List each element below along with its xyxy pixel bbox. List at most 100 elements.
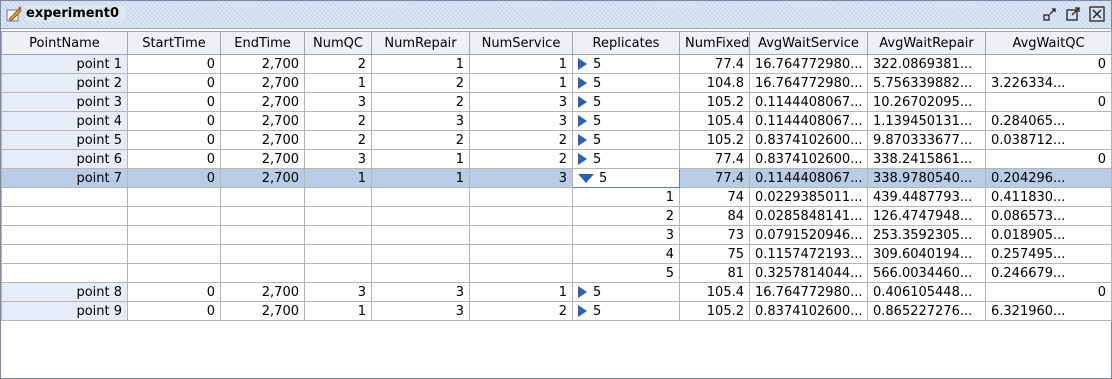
table-row[interactable]: point 8 0 2,700 3 3 1 5 105.4 16.764772980... 0.4… bbox=[1, 282, 1112, 302]
col-header-replicates[interactable]: Replicates bbox=[572, 31, 680, 55]
col-header-avgwaitrepair[interactable]: AvgWaitRepair bbox=[867, 31, 986, 55]
point-name-cell[interactable]: point 6 bbox=[1, 149, 128, 169]
start-time-cell[interactable]: 0 bbox=[127, 73, 221, 93]
end-time-cell[interactable]: 2,700 bbox=[220, 92, 305, 112]
restore-down-icon[interactable] bbox=[1041, 5, 1059, 23]
avg-wait-repair-cell[interactable]: 338.2415861... bbox=[867, 149, 986, 169]
start-time-cell[interactable]: 0 bbox=[127, 111, 221, 131]
avg-wait-service-cell[interactable]: 16.764772980... bbox=[749, 54, 868, 74]
table-row[interactable]: point 5 0 2,700 2 2 2 5 105.2 0.8374102600... 9.8… bbox=[1, 130, 1112, 150]
avg-wait-service-cell[interactable]: 0.1157472193... bbox=[749, 244, 868, 264]
avg-wait-repair-cell[interactable]: 338.9780540... bbox=[867, 168, 986, 188]
replicate-index-cell[interactable]: 5 bbox=[572, 263, 680, 283]
end-time-cell[interactable]: 2,700 bbox=[220, 54, 305, 74]
replicates-cell[interactable]: 5 bbox=[572, 130, 680, 150]
col-header-numrepair[interactable]: NumRepair bbox=[371, 31, 470, 55]
end-time-cell[interactable]: 2,700 bbox=[220, 168, 305, 188]
avg-wait-qc-cell[interactable]: 0 bbox=[985, 54, 1112, 74]
avg-wait-qc-cell[interactable]: 0.257495... bbox=[985, 244, 1112, 264]
table-row[interactable]: point 2 0 2,700 1 2 1 5 104.8 16.764772980... 5.7… bbox=[1, 73, 1112, 93]
start-time-cell[interactable]: 0 bbox=[127, 54, 221, 74]
table-row[interactable]: point 4 0 2,700 2 3 3 5 105.4 0.1144408067... 1.1… bbox=[1, 111, 1112, 131]
num-repair-cell[interactable]: 2 bbox=[371, 130, 470, 150]
expand-triangle-icon[interactable] bbox=[578, 115, 587, 127]
num-repair-cell[interactable]: 1 bbox=[371, 149, 470, 169]
avg-wait-qc-cell[interactable]: 3.226334... bbox=[985, 73, 1112, 93]
num-fixed-cell[interactable]: 77.4 bbox=[679, 168, 750, 188]
avg-wait-repair-cell[interactable]: 309.6040194... bbox=[867, 244, 986, 264]
window-titlebar[interactable]: experiment0 bbox=[1, 1, 1111, 29]
num-service-cell[interactable]: 3 bbox=[469, 168, 573, 188]
start-time-cell[interactable]: 0 bbox=[127, 168, 221, 188]
start-time-cell[interactable]: 0 bbox=[127, 130, 221, 150]
replicate-row[interactable]: 3 73 0.0791520946... 253.3592305... 0.018905… bbox=[1, 225, 1112, 245]
replicates-cell[interactable]: 5 bbox=[572, 111, 680, 131]
replicate-row[interactable]: 2 84 0.0285848141... 126.4747948... 0.086573… bbox=[1, 206, 1112, 226]
num-repair-cell[interactable]: 1 bbox=[371, 54, 470, 74]
avg-wait-qc-cell[interactable]: 0 bbox=[985, 149, 1112, 169]
start-time-cell[interactable]: 0 bbox=[127, 282, 221, 302]
avg-wait-qc-cell[interactable]: 0.284065... bbox=[985, 111, 1112, 131]
num-repair-cell[interactable]: 3 bbox=[371, 111, 470, 131]
point-name-cell[interactable]: point 5 bbox=[1, 130, 128, 150]
num-fixed-cell[interactable]: 81 bbox=[679, 263, 750, 283]
avg-wait-repair-cell[interactable]: 5.756339882... bbox=[867, 73, 986, 93]
num-qc-cell[interactable]: 1 bbox=[304, 168, 372, 188]
col-header-numqc[interactable]: NumQC bbox=[304, 31, 372, 55]
num-service-cell[interactable]: 2 bbox=[469, 301, 573, 321]
avg-wait-repair-cell[interactable]: 322.0869381... bbox=[867, 54, 986, 74]
num-qc-cell[interactable]: 2 bbox=[304, 54, 372, 74]
avg-wait-service-cell[interactable]: 0.8374102600... bbox=[749, 301, 868, 321]
num-service-cell[interactable]: 1 bbox=[469, 73, 573, 93]
replicates-cell[interactable]: 5 bbox=[572, 92, 680, 112]
replicate-index-cell[interactable]: 2 bbox=[572, 206, 680, 226]
avg-wait-service-cell[interactable]: 0.1144408067... bbox=[749, 92, 868, 112]
point-name-cell[interactable]: point 9 bbox=[1, 301, 128, 321]
point-name-cell[interactable]: point 1 bbox=[1, 54, 128, 74]
num-service-cell[interactable]: 1 bbox=[469, 54, 573, 74]
col-header-numservice[interactable]: NumService bbox=[469, 31, 573, 55]
replicates-cell[interactable]: 5 bbox=[572, 54, 680, 74]
num-fixed-cell[interactable]: 105.4 bbox=[679, 111, 750, 131]
num-repair-cell[interactable]: 3 bbox=[371, 282, 470, 302]
num-repair-cell[interactable]: 3 bbox=[371, 301, 470, 321]
avg-wait-repair-cell[interactable]: 566.0034460... bbox=[867, 263, 986, 283]
close-icon[interactable] bbox=[1088, 5, 1106, 23]
num-qc-cell[interactable]: 3 bbox=[304, 92, 372, 112]
avg-wait-repair-cell[interactable]: 0.406105448... bbox=[867, 282, 986, 302]
avg-wait-service-cell[interactable]: 16.764772980... bbox=[749, 282, 868, 302]
replicates-cell[interactable]: 5 bbox=[572, 282, 680, 302]
num-qc-cell[interactable]: 1 bbox=[304, 73, 372, 93]
avg-wait-service-cell[interactable]: 0.8374102600... bbox=[749, 149, 868, 169]
num-service-cell[interactable]: 3 bbox=[469, 92, 573, 112]
end-time-cell[interactable]: 2,700 bbox=[220, 149, 305, 169]
table-row[interactable]: point 3 0 2,700 3 2 3 5 105.2 0.1144408067... 10.… bbox=[1, 92, 1112, 112]
num-fixed-cell[interactable]: 84 bbox=[679, 206, 750, 226]
avg-wait-service-cell[interactable]: 0.1144408067... bbox=[749, 168, 868, 188]
num-qc-cell[interactable]: 3 bbox=[304, 282, 372, 302]
expand-triangle-icon[interactable] bbox=[578, 77, 587, 89]
expand-triangle-icon[interactable] bbox=[578, 286, 587, 298]
replicates-cell[interactable]: 5 bbox=[572, 168, 680, 188]
num-qc-cell[interactable]: 2 bbox=[304, 130, 372, 150]
point-name-cell[interactable]: point 3 bbox=[1, 92, 128, 112]
num-qc-cell[interactable]: 2 bbox=[304, 111, 372, 131]
col-header-avgwaitqc[interactable]: AvgWaitQC bbox=[985, 31, 1112, 55]
avg-wait-qc-cell[interactable]: 0.246679... bbox=[985, 263, 1112, 283]
col-header-numfixed[interactable]: NumFixed bbox=[679, 31, 750, 55]
table-row[interactable]: point 1 0 2,700 2 1 1 5 77.4 16.764772980... 322.… bbox=[1, 54, 1112, 74]
replicates-cell[interactable]: 5 bbox=[572, 149, 680, 169]
col-header-pointname[interactable]: PointName bbox=[1, 31, 128, 55]
point-name-cell[interactable]: point 7 bbox=[1, 168, 128, 188]
table-row[interactable]: point 6 0 2,700 3 1 2 5 77.4 0.8374102600... 338.… bbox=[1, 149, 1112, 169]
num-fixed-cell[interactable]: 75 bbox=[679, 244, 750, 264]
collapse-triangle-icon[interactable] bbox=[578, 173, 594, 183]
start-time-cell[interactable]: 0 bbox=[127, 301, 221, 321]
end-time-cell[interactable]: 2,700 bbox=[220, 301, 305, 321]
num-fixed-cell[interactable]: 104.8 bbox=[679, 73, 750, 93]
avg-wait-service-cell[interactable]: 0.1144408067... bbox=[749, 111, 868, 131]
table-row[interactable]: point 9 0 2,700 1 3 2 5 105.2 0.8374102600... 0.8… bbox=[1, 301, 1112, 321]
expand-triangle-icon[interactable] bbox=[578, 96, 587, 108]
avg-wait-service-cell[interactable]: 0.0285848141... bbox=[749, 206, 868, 226]
start-time-cell[interactable]: 0 bbox=[127, 92, 221, 112]
